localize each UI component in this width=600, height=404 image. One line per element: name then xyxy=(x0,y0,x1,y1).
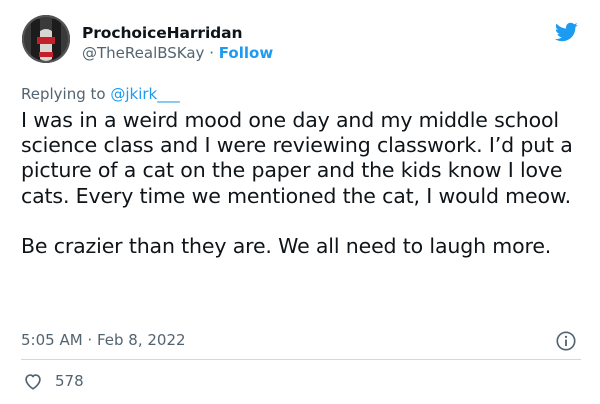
separator-dot: · xyxy=(209,44,214,62)
author-display-name[interactable]: ProchoiceHarridan xyxy=(82,24,243,42)
reply-mention-link[interactable]: @jkirk___ xyxy=(110,85,179,103)
avatar[interactable] xyxy=(22,15,70,63)
info-icon[interactable] xyxy=(555,330,577,352)
reply-context: Replying to @jkirk___ xyxy=(21,85,180,103)
avatar-image xyxy=(22,15,70,63)
like-button[interactable]: 578 xyxy=(22,369,84,393)
like-count: 578 xyxy=(55,372,84,390)
tweet-paragraph-1: I was in a weird mood one day and my mid… xyxy=(21,108,573,208)
twitter-bird-icon[interactable] xyxy=(554,20,578,44)
tweet-timestamp[interactable]: 5:05 AM · Feb 8, 2022 xyxy=(21,331,186,349)
author-handle[interactable]: @TheRealBSKay xyxy=(82,44,204,62)
divider xyxy=(21,359,581,360)
author-handle-row: @TheRealBSKay · Follow xyxy=(82,44,273,62)
reply-prefix: Replying to xyxy=(21,85,106,103)
tweet-text: I was in a weird mood one day and my mid… xyxy=(21,108,581,259)
heart-icon xyxy=(25,374,41,390)
tweet-paragraph-2: Be crazier than they are. We all need to… xyxy=(21,233,552,258)
follow-link[interactable]: Follow xyxy=(219,44,273,62)
